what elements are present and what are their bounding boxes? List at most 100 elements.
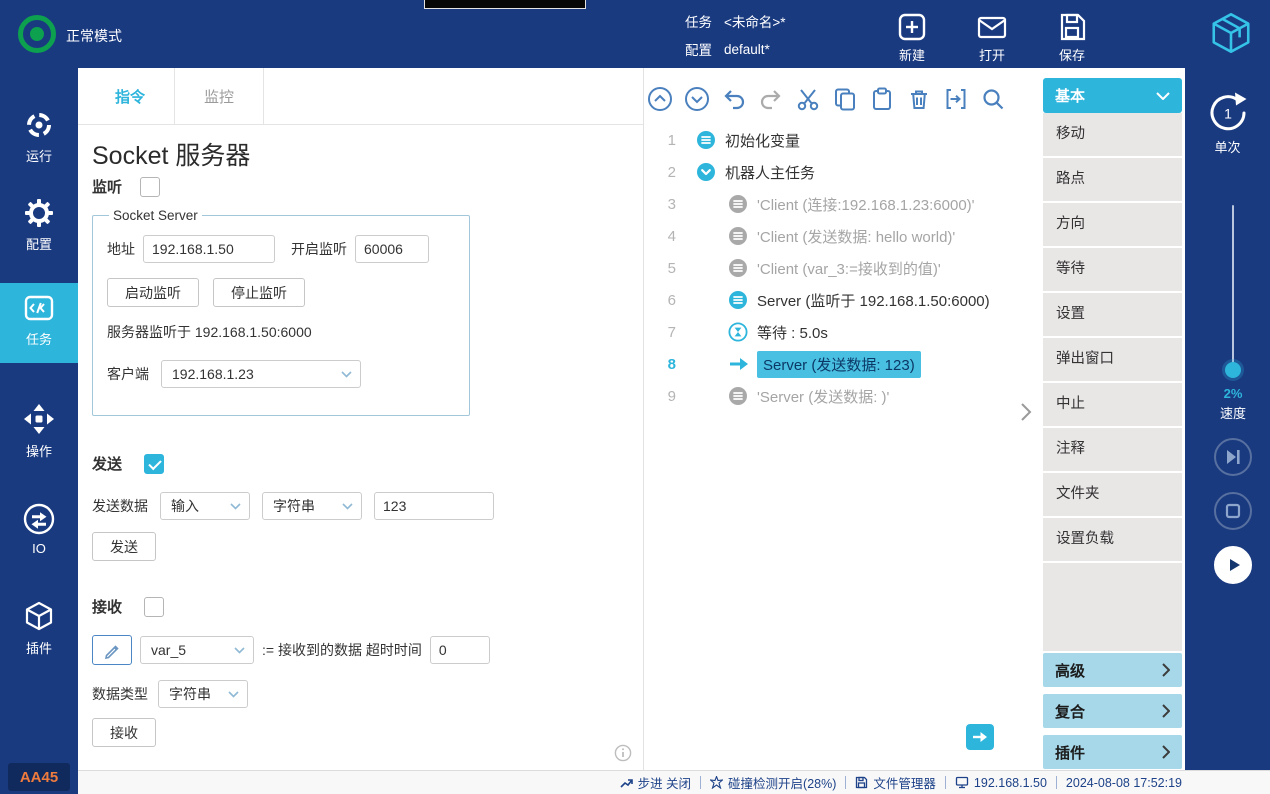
library-item-set[interactable]: 设置 [1043,293,1182,338]
library-group-label: 高级 [1055,660,1085,681]
step-status[interactable]: 步进 关闭 [620,773,691,792]
tree-row[interactable]: 3 'Client (连接:192.168.1.23:6000)' [644,188,1040,220]
library-item-comment[interactable]: 注释 [1043,428,1182,473]
address-row: 地址 开启监听 [107,235,455,263]
library-item-direction[interactable]: 方向 [1043,203,1182,248]
node-text: 'Server (发送数据: )' [757,386,889,407]
tree-row-selected[interactable]: 8 Server (发送数据: 123) [644,348,1040,380]
timeout-field[interactable] [430,636,490,664]
cut-button[interactable] [795,86,821,112]
expand-node-icon[interactable] [696,162,716,182]
tree-row[interactable]: 9 'Server (发送数据: )' [644,380,1040,412]
sidebar-item-task[interactable]: 任务 [0,283,78,363]
library-item-payload[interactable]: 设置负载 [1043,518,1182,563]
tree-row[interactable]: 7 等待 : 5.0s [644,316,1040,348]
search-button[interactable] [980,86,1006,112]
send-button[interactable]: 发送 [92,532,156,561]
sidebar-item-plugin[interactable]: 插件 [0,600,78,657]
sidebar-item-operate[interactable]: 操作 [0,403,78,460]
panel-expander[interactable] [1020,402,1032,427]
node-text: 初始化变量 [725,130,800,151]
sidebar-item-run[interactable]: 运行 [0,110,78,165]
speed-slider-track[interactable] [1232,205,1234,367]
tree-row[interactable]: 4 'Client (发送数据: hello world)' [644,220,1040,252]
delete-button[interactable] [906,86,932,112]
undo-button[interactable] [721,86,747,112]
library-item-move[interactable]: 移动 [1043,113,1182,158]
send-mode-select[interactable]: 输入 [160,492,250,520]
speed-label: 速度 [1185,403,1270,422]
receive-section-header: 接收 [92,596,164,617]
top-notch [424,0,586,9]
sidebar-item-label: 操作 [26,441,52,460]
tree-row[interactable]: 2 机器人主任务 [644,156,1040,188]
insert-button[interactable] [943,86,969,112]
stop-button[interactable] [1214,492,1252,530]
receive-button[interactable]: 接收 [92,718,156,747]
listen-checkbox[interactable] [140,177,160,197]
step-next-button[interactable] [1214,438,1252,476]
library-group-label: 插件 [1055,742,1085,763]
open-button[interactable]: 打开 [960,12,1024,64]
port-field[interactable] [355,235,429,263]
library-item-folder[interactable]: 文件夹 [1043,473,1182,518]
row-number: 9 [644,388,676,405]
library-group-composite[interactable]: 复合 [1043,694,1182,728]
chevron-down-icon [341,371,352,378]
disabled-node-icon [728,386,748,406]
send-value-field[interactable] [374,492,494,520]
datatype-select[interactable]: 字符串 [158,680,248,708]
library-group-advanced[interactable]: 高级 [1043,653,1182,687]
wait-node-icon [728,322,748,342]
statusbar-divider [845,776,846,789]
variable-select[interactable]: var_5 [140,636,254,664]
play-button[interactable] [1214,546,1252,584]
new-button[interactable]: 新建 [880,12,944,64]
redo-button[interactable] [758,86,784,112]
receive-checkbox[interactable] [144,597,164,617]
library-header-basic[interactable]: 基本 [1043,78,1182,113]
tree-row[interactable]: 5 'Client (var_3:=接收到的值)' [644,252,1040,284]
copy-button[interactable] [832,86,858,112]
library-group-plugin[interactable]: 插件 [1043,735,1182,769]
arrow-right-icon [972,731,988,743]
task-label: 任务 [685,11,712,31]
library-item-abort[interactable]: 中止 [1043,383,1182,428]
scroll-to-selection-button[interactable] [966,724,994,750]
client-select[interactable]: 192.168.1.23 [161,360,361,388]
tab-instruction[interactable]: 指令 [86,68,175,124]
library-item-popup[interactable]: 弹出窗口 [1043,338,1182,383]
collision-status[interactable]: 碰撞检测开启(28%) [710,773,836,792]
sidebar-item-label: 配置 [26,234,52,253]
sidebar-item-config[interactable]: 配置 [0,198,78,253]
info-icon[interactable] [614,744,632,767]
sidebar-item-io[interactable]: IO [0,503,78,556]
file-manager[interactable]: 文件管理器 [855,773,936,792]
send-type-select[interactable]: 字符串 [262,492,362,520]
tab-monitor[interactable]: 监控 [175,68,264,124]
scissors-icon [795,86,821,112]
play-icon [1223,555,1243,575]
collapse-all-button[interactable] [647,86,673,112]
start-listen-button[interactable]: 启动监听 [107,278,199,307]
library-item-waypoint[interactable]: 路点 [1043,158,1182,203]
expand-all-button[interactable] [684,86,710,112]
task-value: <未命名>* [724,11,786,31]
tree-row[interactable]: 1 初始化变量 [644,124,1040,156]
statusbar-divider [945,776,946,789]
chevron-down-icon [230,503,241,510]
address-field[interactable] [143,235,275,263]
single-run-indicator[interactable]: 1 单次 [1185,92,1270,156]
datetime-text: 2024-08-08 17:52:19 [1066,776,1182,790]
stop-listen-button[interactable]: 停止监听 [213,278,305,307]
trash-icon [906,86,932,112]
paste-button[interactable] [869,86,895,112]
save-button[interactable]: 保存 [1040,12,1104,64]
tree-row[interactable]: 6 Server (监听于 192.168.1.50:6000) [644,284,1040,316]
send-checkbox[interactable] [144,454,164,474]
edit-variable-button[interactable] [92,635,132,665]
socket-server-legend: Socket Server [109,208,202,223]
speed-slider-knob[interactable] [1225,362,1241,378]
library-item-wait[interactable]: 等待 [1043,248,1182,293]
task-config-info: 任务 <未命名>* 配置 default* [685,9,786,61]
